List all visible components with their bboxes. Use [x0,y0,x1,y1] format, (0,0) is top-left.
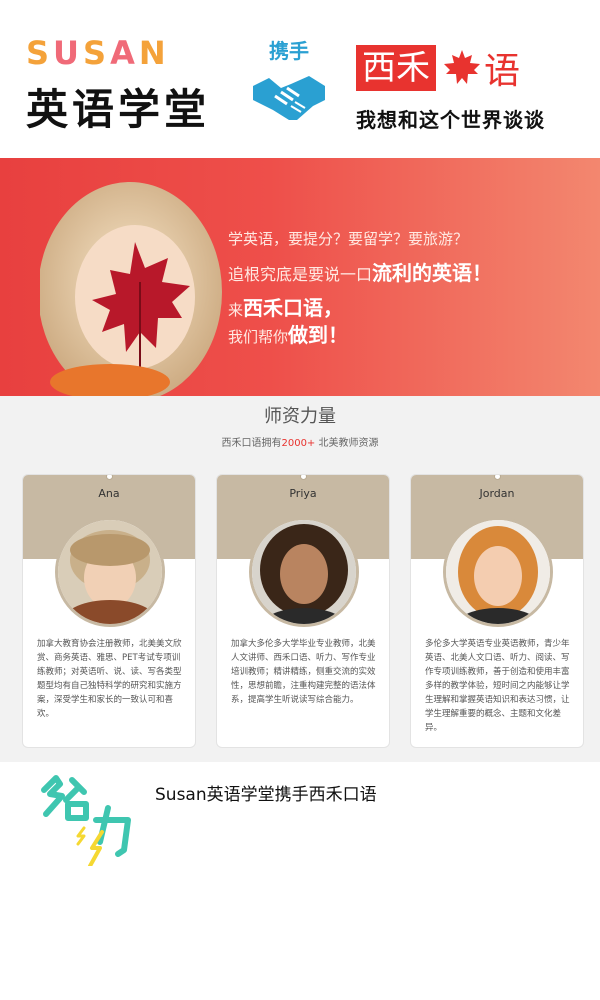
teacher-description: 加拿大多伦多大学毕业专业教师，北美人文讲师、西禾口语、听力、写作专业培训教师；精… [231,639,376,705]
xihe-yu-char: 语 [484,51,521,92]
teacher-name: Priya [289,487,317,500]
footer: Susan英语学堂携手西禾口语 [0,762,600,1000]
teacher-card[interactable]: Jordan 多伦多大学英语专业英语教师，青少年英语、北美人文口语、听力、阅读、… [410,474,584,748]
banner-line-4-emphasis: 做到！ [288,323,349,347]
header: SUSAN 英语学堂 携手 西禾语 我想和这个世界谈谈 [0,0,600,158]
brand-letter: A [110,34,139,72]
teacher-count: 2000+ [281,438,316,449]
banner-line-1: 学英语，要提分？要留学？要旅游？ [228,230,469,248]
teacher-avatar-priya [252,520,356,624]
subtitle-prefix: 西禾口语拥有 [221,438,282,449]
teacher-name: Ana [98,487,120,500]
banner-text: 学英语，要提分？要留学？要旅游？ 追根究底是要说一口流利的英语！ 来西禾口语， … [228,228,492,350]
banner-line-4: 我们帮你做到！ [228,322,492,350]
banner-line-2-emphasis: 流利的英语！ [372,261,493,285]
slogan: 我想和这个世界谈谈 [356,108,545,132]
section-title: 师资力量 [264,406,336,427]
xihe-box: 西禾 [356,45,436,91]
xihe-logo[interactable]: 西禾 语 我想和这个世界谈谈 [356,42,586,133]
gei-li-logo-icon [41,775,131,866]
hero-banner[interactable]: 学英语，要提分？要留学？要旅游？ 追根究底是要说一口流利的英语！ 来西禾口语， … [0,158,600,396]
teachers-section: 师资力量 西禾口语拥有2000+ 北美教师资源 Ana 加拿大教育协会注册教师，… [0,396,600,762]
teacher-description: 加拿大教育协会注册教师，北美美文欣赏、商务英语、雅思、PET考试专项训练教师；对… [37,639,182,719]
banner-line-3-prefix: 来 [228,301,244,319]
susan-wordmark: SUSAN [26,34,226,72]
susan-logo[interactable]: SUSAN 英语学堂 [26,34,226,137]
teacher-photo [55,517,165,627]
section-subtitle: 西禾口语拥有2000+ 北美教师资源 [0,434,600,449]
banner-line-2: 追根究底是要说一口流利的英语！ [228,257,492,286]
teacher-card[interactable]: Priya 加拿大多伦多大学毕业专业教师，北美人文讲师、西禾口语、听力、写作专业… [216,474,390,748]
partner-label: 携手 [269,39,309,63]
girl-with-maple-leaf-image [40,182,222,396]
brand-letter: U [53,34,84,72]
teacher-avatar-jordan [446,520,550,624]
maple-leaf-icon [444,50,480,84]
banner-line-3: 来西禾口语， [228,296,492,322]
teacher-card[interactable]: Ana 加拿大教育协会注册教师，北美美文欣赏、商务英语、雅思、PET考试专项训练… [22,474,196,748]
banner-line-2-prefix: 追根究底是要说一口 [228,265,373,284]
partnership-badge: 携手 [248,40,330,152]
banner-line-4-prefix: 我们帮你 [228,328,289,346]
brand-letter: N [138,34,170,72]
teacher-avatar-ana [58,520,162,624]
brand-letter: S [26,34,54,72]
teacher-description: 多伦多大学英语专业英语教师，青少年英语、北美人文口语、听力、阅读、写作专项训练教… [425,639,570,733]
teacher-name: Jordan [479,487,515,500]
teacher-photo [249,517,359,627]
handshake-icon [253,76,325,120]
banner-line-3-emphasis: 西禾口语， [243,296,344,320]
brand-letter: S [83,34,111,72]
subtitle-suffix: 北美教师资源 [315,438,379,449]
school-name: 英语学堂 [26,85,211,134]
teacher-photo [443,517,553,627]
footer-text: Susan英语学堂携手西禾口语 [155,785,377,805]
